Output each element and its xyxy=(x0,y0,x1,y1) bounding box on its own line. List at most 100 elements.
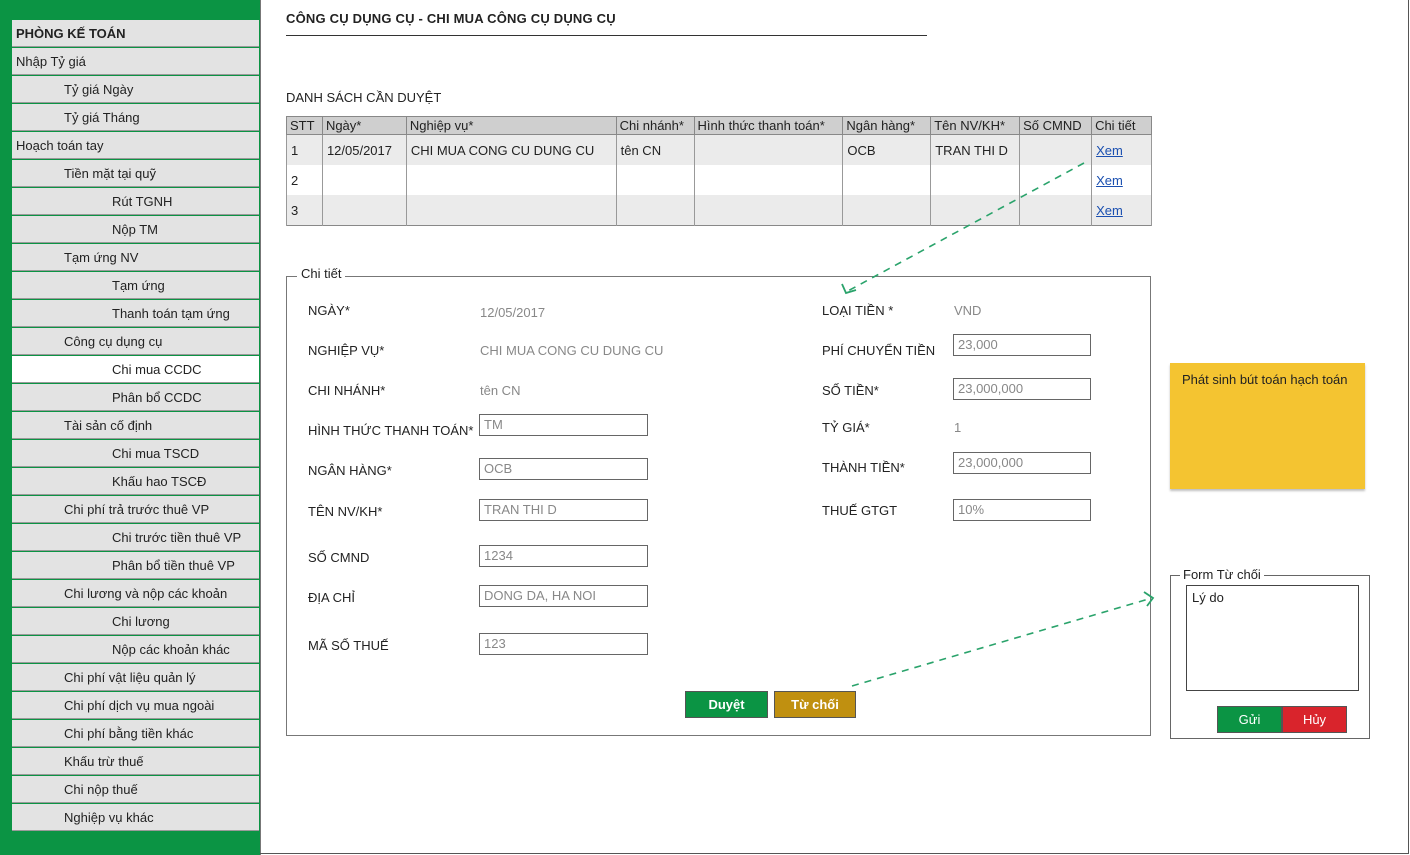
pending-list-title: DANH SÁCH CẦN DUYỆT xyxy=(286,90,442,105)
sidebar-item-nghiep-vu-khac[interactable]: Nghiệp vụ khác xyxy=(12,804,259,831)
payment-method-field[interactable]: TM xyxy=(479,414,648,436)
sidebar-item-phan-bo-tien-thue[interactable]: Phân bổ tiền thuê VP xyxy=(12,552,259,579)
table-cell xyxy=(693,134,844,165)
sidebar-item-nop-tm[interactable]: Nộp TM xyxy=(12,216,259,243)
title-divider xyxy=(286,35,927,36)
table-cell: tên CN xyxy=(615,134,695,165)
cancel-button[interactable]: Hủy xyxy=(1282,706,1347,733)
column-header: Chi tiết xyxy=(1091,116,1152,135)
table-row[interactable]: 3 Xem xyxy=(286,195,1152,226)
table-cell: 12/05/2017 xyxy=(321,134,407,165)
payment-method-label: HÌNH THỨC THANH TOÁN* xyxy=(308,423,474,438)
table-row[interactable]: 1 12/05/2017 CHI MUA CONG CU DUNG CU tên… xyxy=(286,134,1152,165)
sidebar: PHÒNG KẾ TOÁN Nhập Tỷ giá Tỷ giá Ngày Tỷ… xyxy=(0,0,261,855)
reject-button[interactable]: Từ chối xyxy=(774,691,856,718)
table-cell: CHI MUA CONG CU DUNG CU xyxy=(405,134,617,165)
column-header: Số CMND xyxy=(1019,116,1093,135)
sidebar-item-thanh-toan-tam-ung[interactable]: Thanh toán tạm ứng xyxy=(12,300,259,327)
branch-value: tên CN xyxy=(480,383,521,398)
address-field[interactable]: DONG DA, HA NOI xyxy=(479,585,648,607)
amount-label: SỐ TIỀN* xyxy=(822,383,879,398)
tax-code-label: MÃ SỐ THUẾ xyxy=(308,638,389,653)
sidebar-item-chi-luong[interactable]: Chi lương xyxy=(12,608,259,635)
table-cell xyxy=(842,165,932,195)
view-detail-link[interactable]: Xem xyxy=(1096,173,1123,188)
sidebar-item-nhap-ty-gia[interactable]: Nhập Tỷ giá xyxy=(12,48,259,75)
table-cell xyxy=(615,195,695,226)
sidebar-item-chi-phi-tra-truoc[interactable]: Chi phí trả trước thuê VP xyxy=(12,496,259,523)
sidebar-item-chi-luong-nop[interactable]: Chi lương và nộp các khoản xyxy=(12,580,259,607)
table-cell: 1 xyxy=(286,134,323,165)
vat-field[interactable]: 10% xyxy=(953,499,1091,521)
table-cell xyxy=(930,195,1021,226)
employee-field[interactable]: TRAN THI D xyxy=(479,499,648,521)
sidebar-item-chi-truoc-tien-thue[interactable]: Chi trước tiền thuê VP xyxy=(12,524,259,551)
sidebar-item-phan-bo-ccdc[interactable]: Phân bổ CCDC xyxy=(12,384,259,411)
sidebar-item-vat-lieu-quan-ly[interactable]: Chi phí vật liệu quản lý xyxy=(12,664,259,691)
sidebar-item-khau-hao-tscd[interactable]: Khấu hao TSCĐ xyxy=(12,468,259,495)
transfer-fee-label: PHÍ CHUYỂN TIỀN xyxy=(822,343,936,358)
total-field[interactable]: 23,000,000 xyxy=(953,452,1091,474)
table-cell: OCB xyxy=(842,134,932,165)
sidebar-item-tam-ung-nv[interactable]: Tạm ứng NV xyxy=(12,244,259,271)
sidebar-header: PHÒNG KẾ TOÁN xyxy=(12,20,259,47)
table-cell: Xem xyxy=(1091,195,1152,226)
sidebar-item-hoach-toan-tay[interactable]: Hoạch toán tay xyxy=(12,132,259,159)
transfer-fee-field[interactable]: 23,000 xyxy=(953,334,1091,356)
page-title: CÔNG CỤ DỤNG CỤ - CHI MUA CÔNG CỤ DỤNG C… xyxy=(286,11,616,26)
sidebar-item-chi-mua-ccdc[interactable]: Chi mua CCDC xyxy=(12,356,259,383)
reason-textarea[interactable]: Lý do xyxy=(1186,585,1359,691)
exchange-rate-label: TỶ GIÁ* xyxy=(822,420,870,435)
sidebar-item-khau-tru-thue[interactable]: Khấu trừ thuế xyxy=(12,748,259,775)
table-cell: 2 xyxy=(286,165,323,195)
table-row[interactable]: 2 Xem xyxy=(286,165,1152,195)
table-cell xyxy=(693,195,844,226)
column-header: STT xyxy=(286,116,323,135)
date-label: NGÀY* xyxy=(308,303,350,318)
sidebar-item-rut-tgnh[interactable]: Rút TGNH xyxy=(12,188,259,215)
sidebar-item-dich-vu-mua-ngoai[interactable]: Chi phí dịch vụ mua ngoài xyxy=(12,692,259,719)
column-header: Tên NV/KH* xyxy=(930,116,1021,135)
exchange-rate-value: 1 xyxy=(954,420,962,435)
send-button[interactable]: Gửi xyxy=(1217,706,1282,733)
table-cell xyxy=(842,195,932,226)
column-header: Ngân hàng* xyxy=(842,116,932,135)
id-number-field[interactable]: 1234 xyxy=(479,545,648,567)
sidebar-item-tien-mat[interactable]: Tiền mặt tại quỹ xyxy=(12,160,259,187)
sidebar-item-cong-cu-dung-cu[interactable]: Công cụ dụng cụ xyxy=(12,328,259,355)
column-header: Nghiệp vụ* xyxy=(405,116,617,135)
bank-field[interactable]: OCB xyxy=(479,458,648,480)
view-detail-link[interactable]: Xem xyxy=(1096,143,1123,158)
approve-button[interactable]: Duyệt xyxy=(685,691,768,718)
amount-field[interactable]: 23,000,000 xyxy=(953,378,1091,400)
employee-label: TÊN NV/KH* xyxy=(308,504,383,519)
sidebar-item-tam-ung[interactable]: Tạm ứng xyxy=(12,272,259,299)
table-cell: Xem xyxy=(1091,165,1152,195)
view-detail-link[interactable]: Xem xyxy=(1096,203,1123,218)
table-cell: 3 xyxy=(286,195,323,226)
sidebar-item-chi-nop-thue[interactable]: Chi nộp thuế xyxy=(12,776,259,803)
table-cell xyxy=(1019,134,1093,165)
currency-value: VND xyxy=(954,303,982,318)
pending-table: STT Ngày* Nghiệp vụ* Chi nhánh* Hình thứ… xyxy=(286,116,1152,226)
table-cell xyxy=(405,195,617,226)
branch-label: CHI NHÁNH* xyxy=(308,383,386,398)
column-header: Hình thức thanh toán* xyxy=(693,116,844,135)
operation-value: CHI MUA CONG CU DUNG CU xyxy=(480,343,664,358)
table-cell xyxy=(930,165,1021,195)
sidebar-item-ty-gia-ngay[interactable]: Tỷ giá Ngày xyxy=(12,76,259,103)
id-number-label: SỐ CMND xyxy=(308,550,370,565)
address-label: ĐỊA CHỈ xyxy=(308,590,355,605)
tax-code-field[interactable]: 123 xyxy=(479,633,648,655)
sidebar-item-chi-mua-tscd[interactable]: Chi mua TSCD xyxy=(12,440,259,467)
column-header: Chi nhánh* xyxy=(615,116,695,135)
sidebar-item-tai-san-co-dinh[interactable]: Tài sản cố định xyxy=(12,412,259,439)
date-value: 12/05/2017 xyxy=(480,305,546,320)
sidebar-item-nop-cac-khoan[interactable]: Nộp các khoản khác xyxy=(12,636,259,663)
sidebar-item-bang-tien-khac[interactable]: Chi phí bằng tiền khác xyxy=(12,720,259,747)
table-cell: TRAN THI D xyxy=(930,134,1021,165)
sticky-note: Phát sinh bút toán hạch toán xyxy=(1170,363,1365,489)
currency-label: LOẠI TIỀN * xyxy=(822,303,894,318)
sticky-note-text: Phát sinh bút toán hạch toán xyxy=(1182,372,1348,387)
sidebar-item-ty-gia-thang[interactable]: Tỷ giá Tháng xyxy=(12,104,259,131)
